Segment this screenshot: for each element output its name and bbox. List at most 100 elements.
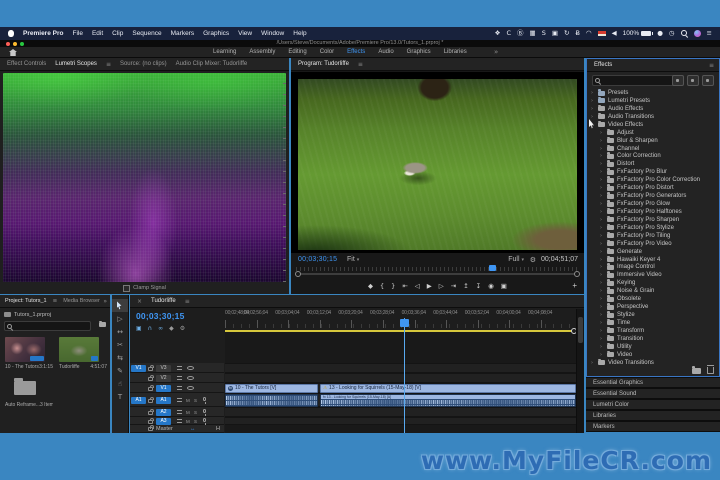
step-forward-button[interactable]: ▷ <box>439 281 444 291</box>
razor-tool[interactable]: ✂ <box>112 338 128 351</box>
track-target-a3[interactable]: A3 <box>156 417 171 425</box>
menu-window[interactable]: Window <box>261 30 284 37</box>
close-sequence-icon[interactable]: × <box>137 298 142 305</box>
chevron-right-icon[interactable]: › <box>600 138 604 144</box>
effects-tree-item-utility[interactable]: › Utility <box>587 342 719 351</box>
sync-lock-icon[interactable] <box>177 376 182 380</box>
chevron-right-icon[interactable]: › <box>600 130 604 136</box>
menu-edit[interactable]: Edit <box>92 30 103 37</box>
audio-track-header-a1[interactable]: A1 A1 M S <box>130 393 224 407</box>
panel-menu-icon[interactable]: ≡ <box>106 61 111 68</box>
chevron-right-icon[interactable]: › <box>600 177 604 183</box>
effects-tree-item-fxfactory-pro-video[interactable]: › FxFactory Pro Video <box>587 239 719 248</box>
slip-tool[interactable]: ⇆ <box>112 351 128 364</box>
effects-tree-item-fxfactory-pro-halftones[interactable]: › FxFactory Pro Halftones <box>587 207 719 216</box>
bluetooth-icon[interactable]: Ƀ <box>575 30 579 37</box>
ripple-edit-tool[interactable]: ↔ <box>112 325 128 338</box>
source-patch-badge-a1[interactable]: A1 <box>131 396 146 404</box>
track-output-eye-icon[interactable] <box>187 386 194 390</box>
solo-button[interactable]: S <box>194 398 197 403</box>
timeline-timecode[interactable]: 00;03;30;15 <box>136 311 185 321</box>
chevron-right-icon[interactable]: › <box>600 272 604 278</box>
chevron-right-icon[interactable]: › <box>600 201 604 207</box>
playback-resolution-selector[interactable]: Full ▾ <box>508 256 524 263</box>
chevron-right-icon[interactable]: › <box>600 336 604 342</box>
program-video-area[interactable] <box>291 72 584 253</box>
panel-tab-lumetri-color[interactable]: Lumetri Color <box>586 399 720 410</box>
effects-tree-item-fxfactory-pro-color-correction[interactable]: › FxFactory Pro Color Correction <box>587 176 719 184</box>
effects-tree-item-transform[interactable]: › Transform <box>587 326 719 335</box>
menu-sequence[interactable]: Sequence <box>132 30 161 37</box>
scrub-left-handle[interactable] <box>295 271 301 277</box>
solo-button[interactable]: S <box>194 419 197 424</box>
menu-view[interactable]: View <box>238 30 252 37</box>
chevron-right-icon[interactable]: › <box>600 280 604 286</box>
mark-out-button[interactable]: } <box>391 281 395 291</box>
selection-tool[interactable] <box>112 299 128 312</box>
mute-button[interactable]: M <box>186 419 190 424</box>
settings-wrench-icon[interactable]: ⚙ <box>530 256 536 264</box>
panel-tab-essential-sound[interactable]: Essential Sound <box>586 388 720 399</box>
menu-help[interactable]: Help <box>293 30 306 37</box>
tab-media-browser[interactable]: Media Browser <box>63 298 100 304</box>
lock-icon[interactable] <box>148 384 154 391</box>
tab-audio-clip-mixer-tudorliffe[interactable]: Audio Clip Mixer: Tudorliffe <box>176 61 248 67</box>
audio-clip-2[interactable]: fx 13 - Looking for Squirrels (15-May-18… <box>320 393 576 407</box>
chevron-right-icon[interactable]: › <box>600 312 604 318</box>
chevron-right-icon[interactable]: › <box>600 153 604 159</box>
search-icon[interactable] <box>680 30 688 37</box>
lock-icon[interactable] <box>148 408 154 415</box>
go-to-out-button[interactable]: ⇥ <box>451 281 456 291</box>
home-icon[interactable] <box>9 49 17 56</box>
video-clip-1[interactable]: fx 10 - The Tutors [V] <box>225 383 318 393</box>
workspace-tab-effects[interactable]: Effects <box>347 49 365 55</box>
timeline-vertical-scrollbar[interactable] <box>576 309 584 433</box>
go-to-in-button[interactable]: ⇤ <box>402 281 407 291</box>
lock-icon[interactable] <box>148 364 154 371</box>
scrollbar-thumb[interactable] <box>578 317 583 343</box>
panel-tab-essential-graphics[interactable]: Essential Graphics <box>586 377 720 388</box>
workspace-tab-libraries[interactable]: Libraries <box>444 49 467 55</box>
new-bin-icon[interactable] <box>99 320 106 327</box>
project-search-input[interactable] <box>4 321 91 331</box>
effects-tree-item-fxfactory-pro-generators[interactable]: › FxFactory Pro Generators <box>587 192 719 200</box>
effects-tree-item-video[interactable]: › Video <box>587 350 719 359</box>
hand-tool[interactable]: ☝ <box>112 377 128 390</box>
delete-icon[interactable] <box>706 365 714 374</box>
accelerated-effects-filter[interactable] <box>672 75 684 86</box>
effects-tree-item-distort[interactable]: › Distort <box>587 160 719 168</box>
menu-graphics[interactable]: Graphics <box>203 30 229 37</box>
track-target-a1[interactable]: A1 <box>156 396 171 404</box>
effects-tree-item-hawaiki-keyer-4[interactable]: › Hawaiki Keyer 4 <box>587 255 719 264</box>
dropbox-icon[interactable]: ❖ <box>495 30 501 37</box>
chevron-right-icon[interactable]: › <box>591 98 595 104</box>
chevron-right-icon[interactable]: › <box>600 217 604 223</box>
track-target-v2[interactable]: V2 <box>156 374 171 382</box>
effects-tree-item-channel[interactable]: › Channel <box>587 144 719 153</box>
chevron-right-icon[interactable]: › <box>600 193 604 199</box>
menu-markers[interactable]: Markers <box>171 30 194 37</box>
chevron-right-icon[interactable]: › <box>600 264 604 270</box>
effects-tree-item-noise-grain[interactable]: › Noise & Grain <box>587 287 719 295</box>
effects-tree-item-transition[interactable]: › Transition <box>587 334 719 343</box>
panel-menu-icon[interactable]: ≡ <box>185 298 190 305</box>
video-track-header-v3[interactable]: V1 V3 <box>130 363 224 373</box>
effects-tree-item-obsolete[interactable]: › Obsolete <box>587 295 719 303</box>
apple-icon[interactable] <box>8 30 14 37</box>
project-thumbnail-10-the-tutors[interactable] <box>5 337 45 362</box>
voiceover-mic-icon[interactable] <box>203 417 206 425</box>
chevron-right-icon[interactable]: › <box>600 257 604 263</box>
effects-tree-item-adjust[interactable]: › Adjust <box>587 128 719 137</box>
menu-premiere-pro[interactable]: Premiere Pro <box>23 30 63 37</box>
sync-lock-icon[interactable] <box>177 419 182 423</box>
lock-icon[interactable] <box>148 417 154 424</box>
lock-icon[interactable] <box>148 425 154 431</box>
video-track-lane-v2[interactable] <box>225 373 576 383</box>
tx-app-icon[interactable]: ▣ <box>552 30 558 37</box>
chevron-right-icon[interactable]: › <box>600 169 604 175</box>
effects-tree-item-lumetri-presets[interactable]: › Lumetri Presets <box>587 96 719 105</box>
video-track-header-v2[interactable]: V2 <box>130 373 224 383</box>
chevron-right-icon[interactable]: › <box>600 185 604 191</box>
video-track-header-v1[interactable]: V1 <box>130 383 224 393</box>
b-app-icon[interactable]: Ⓑ <box>517 30 524 37</box>
